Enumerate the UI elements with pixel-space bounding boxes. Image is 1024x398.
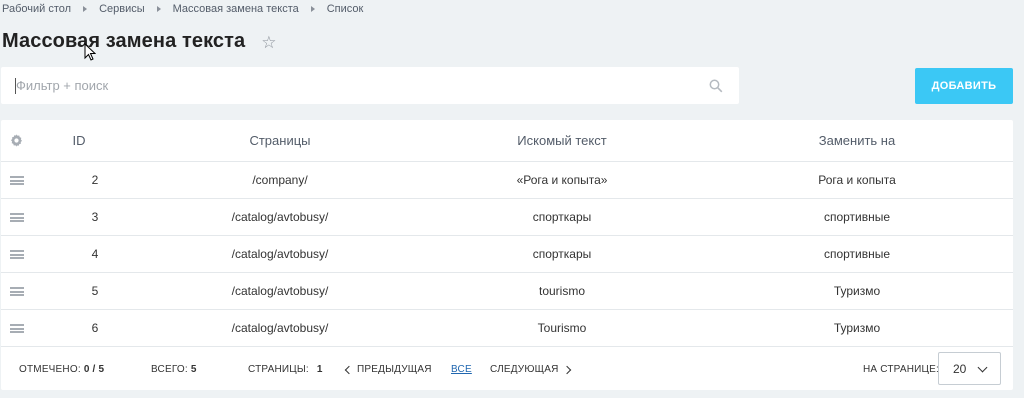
per-page-select[interactable]: 20: [938, 352, 1001, 385]
cell-replace-with: Туризмо: [833, 321, 881, 335]
chevron-left-icon: [344, 365, 354, 374]
selected-label: ОТМЕЧЕНО:: [19, 364, 81, 375]
breadcrumb-item-mass-replace[interactable]: Массовая замена текста: [173, 3, 299, 15]
cell-find-text: «Рога и копыта»: [516, 173, 608, 187]
chevron-right-icon: [562, 365, 571, 374]
cell-replace-with: Рога и копыта: [818, 173, 896, 187]
data-grid: ID Страницы Искомый текст Заменить на 2 …: [1, 120, 1013, 390]
selected-counter: ОТМЕЧЕНО: 0 / 5: [19, 349, 104, 390]
add-button[interactable]: ДОБАВИТЬ: [915, 68, 1013, 104]
column-header-find-text[interactable]: Искомый текст: [462, 120, 662, 161]
cell-replace-with: спортивные: [823, 210, 891, 224]
mouse-cursor-icon: [84, 43, 96, 61]
drag-handle-icon[interactable]: [10, 287, 24, 296]
breadcrumb-item-services[interactable]: Сервисы: [99, 3, 145, 15]
search-input[interactable]: [16, 67, 696, 104]
next-page-label: СЛЕДУЮЩАЯ: [490, 364, 559, 375]
total-counter: ВСЕГО: 5: [151, 349, 197, 390]
cell-id: 4: [91, 247, 99, 261]
search-icon[interactable]: [709, 79, 723, 93]
breadcrumb-separator-icon: [310, 6, 315, 12]
cell-find-text: tourismo: [538, 284, 585, 298]
breadcrumb: Рабочий стол Сервисы Массовая замена тек…: [2, 3, 363, 15]
cell-find-text: Tourismo: [537, 321, 587, 335]
drag-handle-icon[interactable]: [10, 324, 24, 333]
all-pages-link-wrap: ВСЕ: [451, 349, 472, 390]
total-value: 5: [190, 364, 197, 375]
cell-find-text: спорткары: [532, 247, 592, 261]
total-label: ВСЕГО:: [151, 364, 188, 375]
text-caret: [15, 78, 16, 94]
breadcrumb-item-list[interactable]: Список: [327, 3, 364, 15]
column-header-pages[interactable]: Страницы: [180, 120, 380, 161]
cell-pages: /catalog/avtobusy/: [231, 247, 329, 261]
table-row[interactable]: 2 /company/ «Рога и копыта» Рога и копыт…: [1, 162, 1013, 199]
cell-pages: /company/: [252, 173, 308, 187]
cell-pages: /catalog/avtobusy/: [231, 210, 329, 224]
pagination-pages: СТРАНИЦЫ: 1: [248, 349, 323, 390]
star-icon[interactable]: ☆: [261, 34, 276, 51]
drag-handle-icon[interactable]: [10, 250, 24, 259]
prev-page-label: ПРЕДЫДУЩАЯ: [357, 364, 432, 375]
search-box: [1, 67, 739, 104]
grid-header: ID Страницы Искомый текст Заменить на: [1, 120, 1013, 162]
page-title: Массовая замена текста: [2, 29, 246, 52]
cell-replace-with: спортивные: [823, 247, 891, 261]
gear-icon[interactable]: [10, 134, 23, 147]
per-page-value: 20: [953, 361, 967, 376]
breadcrumb-separator-icon: [83, 6, 88, 12]
breadcrumb-item-desktop[interactable]: Рабочий стол: [2, 3, 71, 15]
title-row: Массовая замена текста ☆: [2, 28, 277, 54]
selected-value: 0 / 5: [83, 364, 105, 375]
drag-handle-icon[interactable]: [10, 213, 24, 222]
column-header-replace-with[interactable]: Заменить на: [757, 120, 957, 161]
cell-replace-with: Туризмо: [833, 284, 881, 298]
table-row[interactable]: 3 /catalog/avtobusy/ спорткары спортивны…: [1, 199, 1013, 236]
cell-id: 5: [91, 284, 99, 298]
pages-label: СТРАНИЦЫ:: [248, 364, 309, 375]
next-page-link[interactable]: СЛЕДУЮЩАЯ: [490, 349, 571, 390]
grid-footer: ОТМЕЧЕНО: 0 / 5 ВСЕГО: 5 СТРАНИЦЫ: 1 ПРЕ…: [1, 349, 1013, 390]
chevron-down-icon: [977, 362, 988, 373]
cell-id: 6: [91, 321, 99, 335]
prev-page-link[interactable]: ПРЕДЫДУЩАЯ: [344, 349, 432, 390]
column-header-id[interactable]: ID: [39, 120, 119, 161]
per-page-label: НА СТРАНИЦЕ:: [863, 364, 939, 375]
all-pages-link[interactable]: ВСЕ: [451, 364, 472, 375]
cell-id: 3: [91, 210, 99, 224]
cell-pages: /catalog/avtobusy/: [231, 321, 329, 335]
cell-find-text: спорткары: [532, 210, 592, 224]
cell-pages: /catalog/avtobusy/: [231, 284, 329, 298]
table-row[interactable]: 6 /catalog/avtobusy/ Tourismo Туризмо: [1, 310, 1013, 347]
table-row[interactable]: 4 /catalog/avtobusy/ спорткары спортивны…: [1, 236, 1013, 273]
cell-id: 2: [91, 173, 99, 187]
drag-handle-icon[interactable]: [10, 176, 24, 185]
current-page: 1: [316, 364, 323, 375]
breadcrumb-separator-icon: [156, 6, 161, 12]
table-row[interactable]: 5 /catalog/avtobusy/ tourismo Туризмо: [1, 273, 1013, 310]
